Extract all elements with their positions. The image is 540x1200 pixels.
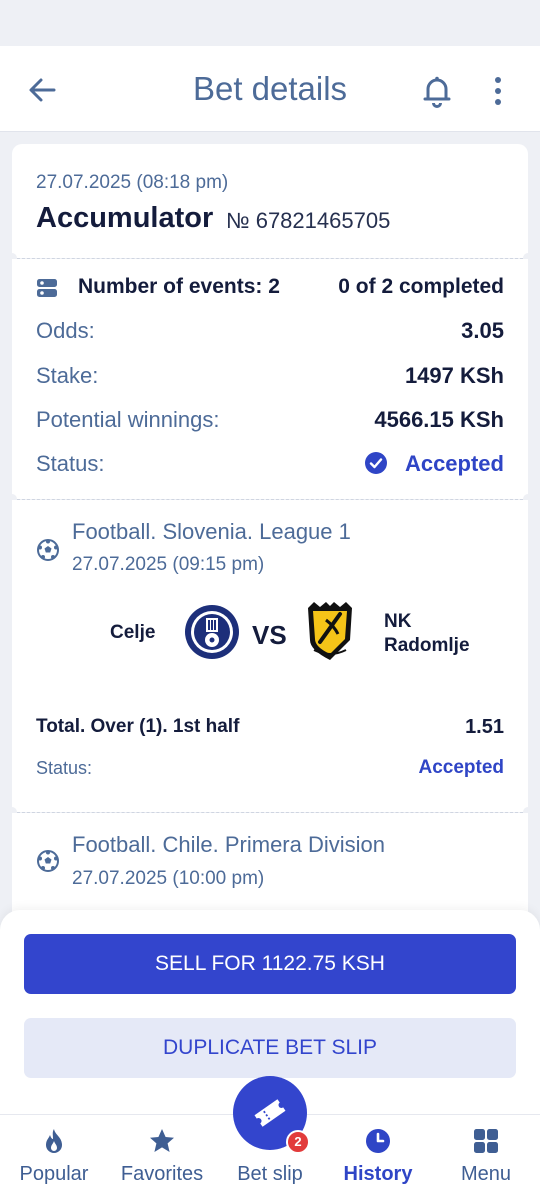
sell-bet-button[interactable]: SELL FOR 1122.75 KSH	[24, 934, 516, 994]
away-team-logo	[308, 602, 352, 660]
events-count: Number of events: 2	[78, 275, 280, 298]
grid-icon	[474, 1129, 498, 1153]
event-league: Football. Chile. Primera Division	[72, 832, 385, 857]
tab-label: Popular	[19, 1163, 89, 1185]
potential-winnings-value: 4566.15 KSh	[374, 407, 504, 432]
event-date: 27.07.2025 (10:00 pm)	[72, 868, 265, 889]
events-list-icon	[37, 279, 57, 297]
football-icon	[37, 539, 59, 561]
ticket-icon	[254, 1099, 286, 1127]
bell-icon[interactable]	[418, 72, 456, 110]
home-team-logo	[185, 605, 239, 659]
odds-value: 3.05	[461, 318, 504, 343]
bet-summary-card: Number of events: 2 0 of 2 completed Odd…	[12, 259, 528, 499]
tab-history[interactable]: History	[324, 1115, 432, 1200]
duplicate-bet-slip-button[interactable]: DUPLICATE BET SLIP	[24, 1018, 516, 1078]
tab-label: Favorites	[120, 1163, 204, 1185]
event-date: 27.07.2025 (09:15 pm)	[72, 554, 265, 575]
bet-type: Accumulator	[36, 202, 214, 234]
tab-favorites[interactable]: Favorites	[108, 1115, 216, 1200]
event-card[interactable]: Football. Slovenia. League 1 27.07.2025 …	[12, 500, 528, 812]
star-icon	[150, 1129, 174, 1152]
tab-popular[interactable]: Popular	[0, 1115, 108, 1200]
event-league: Football. Slovenia. League 1	[72, 519, 351, 544]
tab-label: History	[343, 1163, 413, 1185]
bet-number: № 67821465705	[226, 208, 391, 233]
versus-label: VS	[252, 620, 287, 650]
app-header: Bet details	[0, 46, 540, 132]
page-title: Bet details	[192, 70, 348, 107]
tab-label: Menu	[460, 1163, 512, 1185]
clock-icon	[366, 1129, 390, 1153]
bet-placed-date: 27.07.2025 (08:18 pm)	[36, 172, 229, 193]
selection-odds: 1.51	[465, 716, 504, 738]
football-icon	[37, 850, 59, 872]
stake-label: Stake:	[36, 363, 99, 388]
status-bar	[0, 0, 540, 46]
events-completed: 0 of 2 completed	[338, 275, 504, 298]
tab-label: Bet slip	[237, 1163, 303, 1185]
flame-icon	[46, 1129, 62, 1153]
more-vertical-icon[interactable]	[484, 72, 512, 110]
stake-value: 1497 KSh	[404, 363, 504, 388]
tab-menu[interactable]: Menu	[432, 1115, 540, 1200]
status-badge: Accepted	[404, 451, 504, 476]
check-circle-icon	[365, 452, 387, 474]
potential-winnings-label: Potential winnings:	[36, 407, 220, 432]
away-team-name: NK Radomlje	[384, 611, 470, 656]
odds-label: Odds:	[36, 318, 95, 343]
selection-status-badge: Accepted	[418, 757, 504, 778]
bet-header-card: 27.07.2025 (08:18 pm) Accumulator № 6782…	[12, 144, 528, 258]
home-team-name: Celje	[110, 622, 156, 643]
bet-slip-count-badge: 2	[286, 1130, 310, 1154]
bet-market: Total. Over (1). 1st half	[36, 716, 240, 737]
status-label: Status:	[36, 451, 105, 476]
selection-status-label: Status:	[36, 758, 93, 778]
